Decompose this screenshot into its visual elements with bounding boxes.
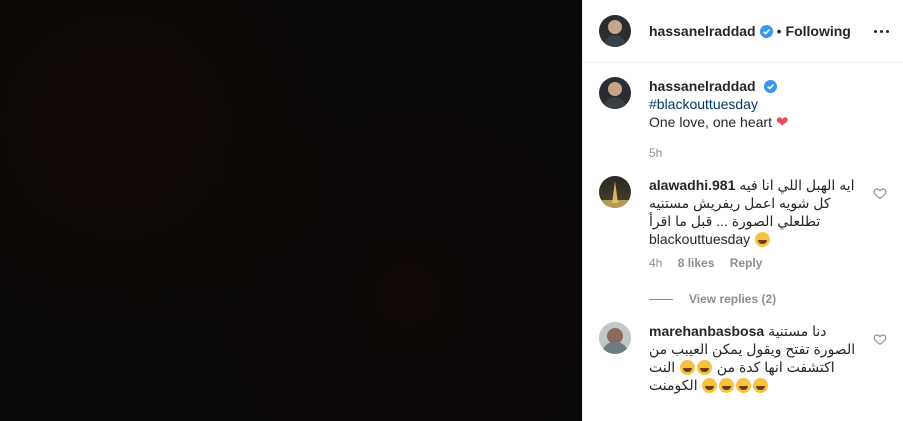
post-view: hassanelraddad • Following hassanelradda… xyxy=(0,0,903,421)
separator-dot: • xyxy=(776,23,782,39)
red-heart-icon: ❤ xyxy=(775,114,789,131)
laughing-emoji-icon xyxy=(753,378,769,393)
commenter-avatar[interactable] xyxy=(599,322,631,354)
laughing-emoji-icon xyxy=(736,378,752,393)
caption-text: One love, one heart xyxy=(649,114,772,130)
comments-section: hassanelraddad #blackouttuesday One love… xyxy=(583,63,903,394)
post-header: hassanelraddad • Following xyxy=(583,0,903,63)
author-avatar[interactable] xyxy=(599,77,631,109)
caption-username[interactable]: hassanelraddad xyxy=(649,78,756,94)
caption-block: hassanelraddad #blackouttuesday One love… xyxy=(599,77,887,132)
comment-time[interactable]: 4h xyxy=(649,256,662,270)
post-image[interactable] xyxy=(0,0,582,421)
laughing-emoji-icon xyxy=(697,360,713,375)
reply-button[interactable]: Reply xyxy=(730,256,763,270)
comment-username[interactable]: alawadhi.981 xyxy=(649,177,735,193)
comment-username[interactable]: marehanbasbosa xyxy=(649,323,764,339)
laughing-emoji-icon xyxy=(702,378,718,393)
laughing-emoji-icon xyxy=(755,232,771,247)
heart-outline-icon[interactable] xyxy=(873,186,887,200)
view-replies-label: View replies (2) xyxy=(689,292,777,306)
comment-item: marehanbasbosa دنا مستنية الصورة تفتح وي… xyxy=(599,322,887,394)
comment-likes[interactable]: 8 likes xyxy=(678,256,715,270)
heart-outline-icon[interactable] xyxy=(873,332,887,346)
replies-divider xyxy=(649,298,673,300)
hashtag-link[interactable]: #blackouttuesday xyxy=(649,96,758,112)
verified-badge-icon xyxy=(759,24,773,38)
author-avatar[interactable] xyxy=(599,15,631,47)
view-replies-button[interactable]: View replies (2) xyxy=(649,292,887,306)
laughing-emoji-icon xyxy=(680,360,696,375)
comment-item: alawadhi.981 ايه الهبل اللي انا فيه كل ش… xyxy=(599,176,887,270)
post-sidebar: hassanelraddad • Following hassanelradda… xyxy=(582,0,903,421)
commenter-avatar[interactable] xyxy=(599,176,631,208)
verified-badge-icon xyxy=(763,80,777,93)
post-time[interactable]: 5h xyxy=(649,146,887,160)
author-username[interactable]: hassanelraddad xyxy=(649,23,756,39)
more-options-icon[interactable] xyxy=(869,19,893,43)
laughing-emoji-icon xyxy=(719,378,735,393)
following-button[interactable]: Following xyxy=(786,23,851,39)
